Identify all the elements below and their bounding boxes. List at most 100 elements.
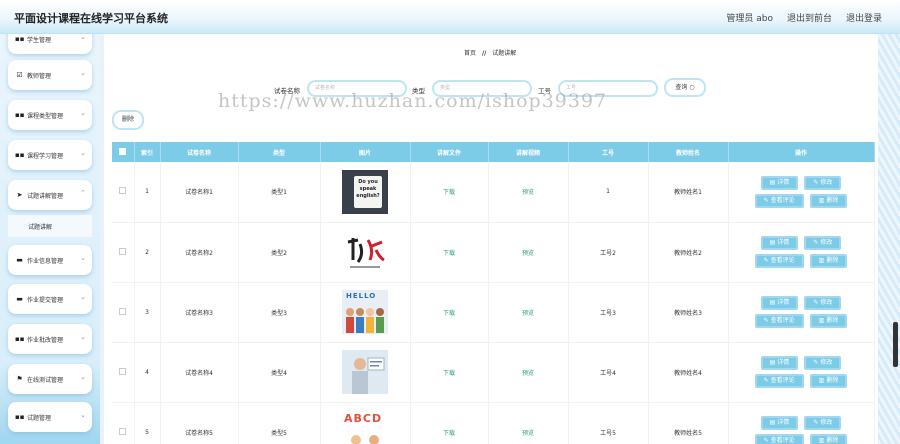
comments-button[interactable]: ✎ 查看评论	[754, 314, 804, 328]
top-bar-links: 管理员 abo 退出到前台 退出登录	[726, 11, 882, 24]
chevron-down-icon: ⌄	[80, 69, 86, 77]
comments-button[interactable]: ✎ 查看评论	[754, 374, 804, 388]
sidebar-item-homework-submit[interactable]: ▬ 作业提交管理 ⌄	[8, 284, 92, 314]
col-video: 讲解视频	[488, 142, 569, 162]
detail-button[interactable]: ▤ 详情	[760, 296, 799, 310]
pencil-icon: ✎	[813, 239, 819, 246]
pencil-icon: ✎	[763, 437, 769, 444]
pencil-icon: ✎	[763, 317, 769, 324]
pencil-icon: ✎	[813, 359, 819, 366]
grid-icon: ▪▪	[15, 335, 25, 343]
name-input[interactable]: 试卷名称	[307, 80, 407, 97]
data-table: 索引 试卷名称 类型 图片 讲解文件 讲解视频 工号 教师姓名 操作 1 试卷名…	[112, 142, 875, 444]
edit-button[interactable]: ✎ 修改	[804, 416, 842, 430]
download-link[interactable]: 下载	[443, 430, 455, 437]
monitor-icon: ▬	[16, 256, 23, 264]
trash-icon: ▥	[818, 257, 825, 264]
row-checkbox[interactable]	[112, 402, 135, 444]
bulk-delete-button[interactable]: 删除	[112, 110, 144, 130]
row-thumbnail[interactable]	[342, 230, 388, 274]
select-all-checkbox[interactable]	[112, 142, 135, 162]
comments-button[interactable]: ✎ 查看评论	[754, 254, 804, 268]
download-link[interactable]: 下载	[443, 370, 455, 377]
preview-link[interactable]: 预览	[522, 250, 534, 257]
sidebar: ▪▪ 学生管理 ⌄ ☑ 教师管理 ⌄ ▪▪ 课程类型管理 ⌄ ▪▪ 课程学习管理 ⌄ ➤ 试题讲解…	[0, 34, 100, 444]
delete-button[interactable]: ▥ 删除	[809, 434, 848, 444]
main-content: 首页 // 试题讲解 试卷名称 试卷名称 类型 类型 工号 工号 查询 ○ 删除…	[104, 34, 880, 444]
sidebar-subitem-exam-explain[interactable]: 试题讲解	[8, 215, 92, 237]
edit-button[interactable]: ✎ 修改	[804, 236, 842, 250]
chevron-down-icon: ⌄	[80, 34, 86, 41]
row-thumbnail[interactable]: ABCD	[342, 410, 388, 444]
sidebar-item-course-types[interactable]: ▪▪ 课程类型管理 ⌄	[8, 100, 92, 130]
row-thumbnail[interactable]: HELLO	[342, 290, 388, 334]
col-type: 类型	[238, 142, 321, 162]
no-input[interactable]: 工号	[558, 80, 658, 97]
top-bar: 平面设计课程在线学习平台系统 管理员 abo 退出到前台 退出登录	[0, 0, 900, 34]
preview-link[interactable]: 预览	[522, 370, 534, 377]
col-name: 试卷名称	[160, 142, 239, 162]
sidebar-item-homework-grading[interactable]: ▪▪ 作业批改管理 ⌄	[8, 324, 92, 354]
chevron-down-icon: ⌄	[80, 109, 86, 117]
delete-button[interactable]: ▥ 删除	[809, 374, 848, 388]
user-label: 管理员 abo	[726, 14, 773, 24]
detail-button[interactable]: ▤ 详情	[760, 236, 799, 250]
trash-icon: ▥	[818, 377, 825, 384]
table-header: 索引 试卷名称 类型 图片 讲解文件 讲解视频 工号 教师姓名 操作	[112, 142, 875, 162]
chevron-down-icon: ⌄	[80, 254, 86, 262]
row-checkbox[interactable]	[112, 222, 135, 283]
edit-button[interactable]: ✎ 修改	[804, 296, 842, 310]
row-checkbox[interactable]	[112, 282, 135, 343]
pencil-icon: ✎	[813, 299, 819, 306]
col-actions: 操作	[728, 142, 875, 162]
detail-button[interactable]: ▤ 详情	[760, 416, 799, 430]
preview-link[interactable]: 预览	[522, 430, 534, 437]
type-label: 类型	[412, 87, 425, 95]
chevron-down-icon: ⌄	[80, 411, 86, 419]
breadcrumb-home[interactable]: 首页	[464, 50, 476, 57]
col-file: 讲解文件	[410, 142, 489, 162]
delete-button[interactable]: ▥ 删除	[809, 193, 848, 208]
preview-link[interactable]: 预览	[522, 310, 534, 317]
page-scrollbar[interactable]	[893, 322, 898, 367]
delete-button[interactable]: ▥ 删除	[809, 314, 848, 328]
search-button[interactable]: 查询 ○	[664, 78, 706, 97]
sidebar-item-online-test[interactable]: ⚑ 在线测试管理 ⌄	[8, 364, 92, 394]
edit-button[interactable]: ✎ 修改	[804, 356, 842, 370]
breadcrumb: 首页 // 试题讲解	[464, 50, 517, 57]
to-front-link[interactable]: 退出到前台	[787, 11, 832, 24]
row-thumbnail[interactable]: Do you speak english?	[342, 169, 388, 214]
type-input[interactable]: 类型	[432, 80, 532, 97]
sidebar-item-exam-explain[interactable]: ➤ 试题讲解管理 ⌃	[8, 180, 92, 210]
row-checkbox[interactable]	[112, 342, 135, 403]
detail-button[interactable]: ▤ 详情	[760, 356, 799, 370]
doc-icon: ▤	[769, 299, 776, 306]
pencil-icon: ✎	[763, 196, 769, 204]
grid-icon: ▪▪	[15, 151, 25, 159]
sidebar-item-students[interactable]: ▪▪ 学生管理 ⌄	[8, 34, 92, 54]
sidebar-item-homework-info[interactable]: ▬ 作业信息管理 ⌄	[8, 245, 92, 275]
download-link[interactable]: 下载	[443, 310, 455, 317]
edit-button[interactable]: ✎ 修改	[804, 175, 842, 190]
grid-icon: ▪▪	[15, 35, 25, 43]
checkbox-icon: ☑	[16, 71, 23, 79]
chevron-down-icon: ⌄	[80, 373, 86, 381]
delete-button[interactable]: ▥ 删除	[809, 254, 848, 268]
sidebar-item-questions[interactable]: ▪▪ 试题管理 ⌄	[8, 402, 92, 432]
teacher-image	[352, 357, 385, 394]
preview-link[interactable]: 预览	[522, 189, 534, 196]
sidebar-item-course-study[interactable]: ▪▪ 课程学习管理 ⌄	[8, 140, 92, 170]
sidebar-item-teachers[interactable]: ☑ 教师管理 ⌄	[8, 60, 92, 90]
detail-button[interactable]: ▤ 详情	[760, 175, 799, 190]
download-link[interactable]: 下载	[443, 250, 455, 257]
col-teacher: 教师姓名	[648, 142, 729, 162]
comments-button[interactable]: ✎ 查看评论	[754, 434, 804, 444]
row-checkbox[interactable]	[112, 162, 135, 223]
download-link[interactable]: 下载	[443, 189, 455, 196]
row-thumbnail[interactable]	[342, 350, 388, 394]
chevron-down-icon: ⌃	[80, 189, 86, 197]
col-image: 图片	[320, 142, 411, 162]
logout-link[interactable]: 退出登录	[846, 11, 882, 24]
table-row: 1 试卷名称1 类型1 Do you speak english? 下载 预览 …	[112, 162, 875, 223]
comments-button[interactable]: ✎ 查看评论	[754, 193, 804, 208]
